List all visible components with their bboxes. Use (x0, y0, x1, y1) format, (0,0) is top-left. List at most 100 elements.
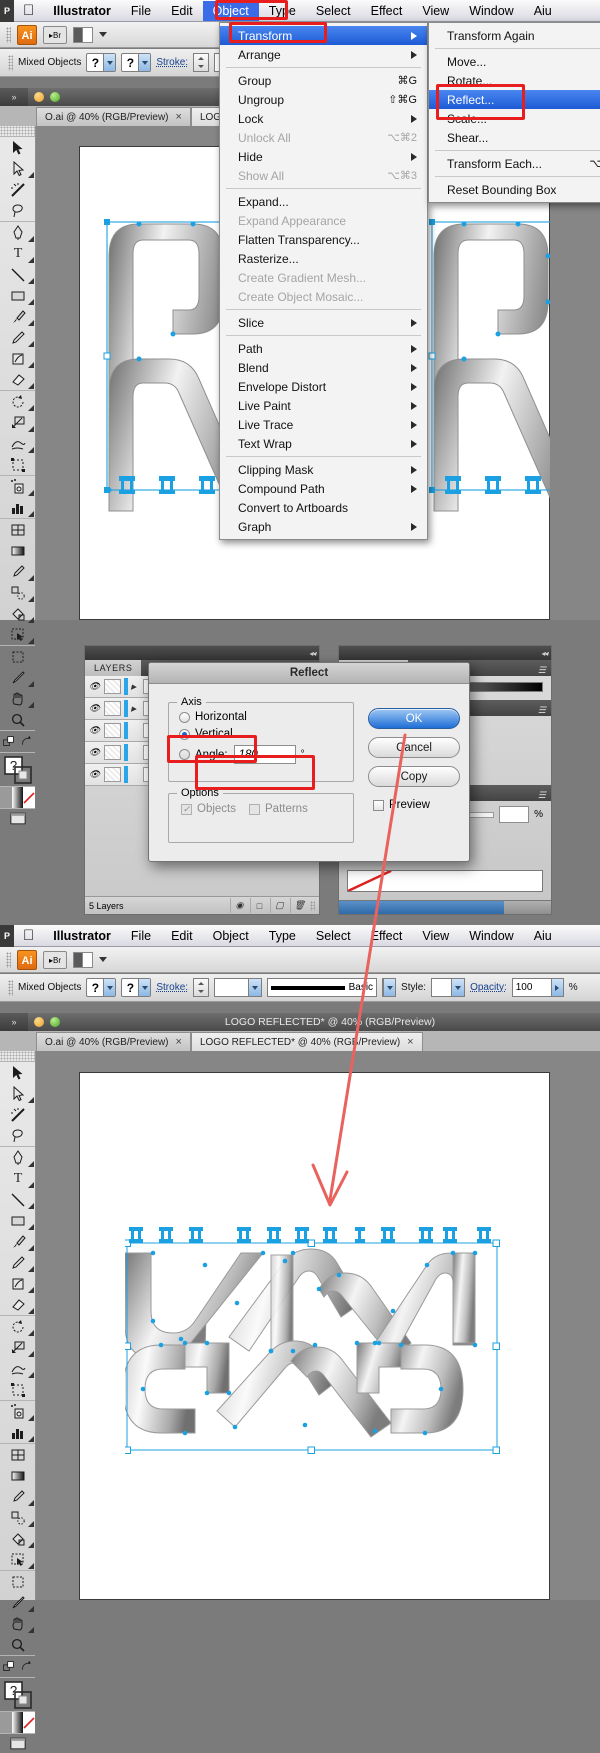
apple-icon[interactable]:  (14, 2, 43, 20)
menu-item-group[interactable]: Group ⌘G (220, 71, 427, 90)
gradient-button[interactable] (11, 787, 23, 808)
stroke-weight-stepper[interactable] (193, 53, 210, 72)
menu-window[interactable]: Window (459, 926, 523, 946)
expand-triangle-icon[interactable]: ▶ (131, 705, 140, 713)
menu-item-move[interactable]: Move... (429, 52, 600, 71)
panel-resize-grip[interactable] (310, 900, 315, 911)
menu-item-convert-to-artboards[interactable]: Convert to Artboards (220, 498, 427, 517)
minimize-dot[interactable] (34, 92, 44, 102)
chevron-down-icon[interactable] (99, 957, 107, 962)
pen-tool[interactable] (0, 222, 36, 243)
menu-item-reset-bounding-box[interactable]: Reset Bounding Box (429, 180, 600, 199)
preview-checkbox-row[interactable]: Preview (373, 799, 430, 811)
lasso-tool[interactable] (0, 1125, 36, 1146)
graphic-style-field[interactable] (431, 978, 466, 997)
menu-view[interactable]: View (412, 1, 459, 21)
live-paint-bucket-tool[interactable] (0, 603, 36, 624)
live-paint-bucket-tool[interactable] (0, 1528, 36, 1549)
menu-item-graph[interactable]: Graph (220, 517, 427, 536)
tab-logo-ai[interactable]: O.ai @ 40% (RGB/Preview) × (36, 107, 191, 126)
menu-item-path[interactable]: Path (220, 339, 427, 358)
screen-mode-button[interactable] (0, 808, 35, 828)
angle-radio-icon[interactable] (179, 749, 190, 760)
zoom-dot[interactable] (50, 92, 60, 102)
collapse-icon[interactable]: ◂◂ (541, 649, 548, 658)
artboard-tool[interactable] (0, 646, 36, 667)
default-fill-stroke-icon[interactable] (18, 731, 36, 752)
mac-menu-bar-1[interactable]: P  Illustrator File Edit Object Type Se… (0, 0, 600, 22)
scale-tool[interactable] (0, 412, 36, 433)
screen-mode-button[interactable] (0, 1733, 35, 1753)
selection-tool[interactable] (0, 137, 36, 158)
symbol-sprayer-tool[interactable] (0, 476, 36, 497)
type-tool[interactable]: T (0, 243, 36, 264)
direct-selection-tool[interactable] (0, 158, 36, 179)
menu-item-transform-each[interactable]: Transform Each... ⌥ (429, 154, 600, 173)
menu-select[interactable]: Select (306, 926, 361, 946)
chevron-down-icon[interactable] (99, 32, 107, 37)
color-button[interactable] (0, 787, 12, 808)
none-button[interactable] (23, 1712, 35, 1733)
blend-tool[interactable] (0, 582, 36, 603)
eyedropper-tool[interactable] (0, 561, 36, 582)
menu-view[interactable]: View (412, 926, 459, 946)
default-fill-stroke-icon[interactable] (18, 1656, 36, 1677)
pencil-tool[interactable] (0, 1252, 36, 1273)
menu-item-transform-again[interactable]: Transform Again (429, 26, 600, 45)
menu-item-live-trace[interactable]: Live Trace (220, 415, 427, 434)
stroke-label[interactable]: Stroke: (156, 57, 188, 68)
symbol-sprayer-tool[interactable] (0, 1401, 36, 1422)
fill-stroke-indicator[interactable]: ? (0, 752, 35, 786)
eye-icon[interactable]: 👁 (88, 702, 101, 715)
magic-wand-tool[interactable] (0, 1104, 36, 1125)
panel-menu-icon[interactable]: ☰ (533, 705, 551, 716)
menu-effect[interactable]: Effect (361, 926, 413, 946)
toolbox-grip[interactable] (0, 1051, 35, 1061)
create-layer-icon[interactable]: ▢ (270, 898, 288, 913)
pencil-tool[interactable] (0, 327, 36, 348)
fill-stroke-indicator[interactable]: ? (0, 1677, 35, 1711)
color-none-swatch[interactable] (346, 870, 543, 892)
toolbox-1[interactable]: T ? (0, 126, 36, 825)
fill-color-swatch[interactable]: ? (86, 53, 117, 72)
pen-tool[interactable] (0, 1147, 36, 1168)
menu-item-arrange[interactable]: Arrange (220, 45, 427, 64)
swap-fill-stroke-icon[interactable] (0, 731, 18, 752)
menu-effect[interactable]: Effect (361, 1, 413, 21)
gradient-button[interactable] (11, 1712, 23, 1733)
menu-item-flatten-transparency[interactable]: Flatten Transparency... (220, 230, 427, 249)
hand-tool[interactable] (0, 1613, 36, 1634)
menu-type[interactable]: Type (259, 1, 306, 21)
rectangle-tool[interactable] (0, 285, 36, 306)
close-icon[interactable]: × (176, 1036, 182, 1048)
blob-brush-tool[interactable] (0, 1273, 36, 1294)
menu-item-clipping-mask[interactable]: Clipping Mask (220, 460, 427, 479)
object-menu[interactable]: Transform Arrange Group ⌘G Ungroup ⇧⌘G Loc… (219, 22, 428, 540)
menu-item-transform[interactable]: Transform (220, 26, 427, 45)
menu-window[interactable]: Window (459, 1, 523, 21)
right-dock-titlebar[interactable]: ◂◂ (339, 646, 551, 660)
rotate-tool[interactable] (0, 391, 36, 412)
transform-submenu[interactable]: Transform Again Move... Rotate... Reflec… (428, 22, 600, 203)
eraser-tool[interactable] (0, 369, 36, 390)
type-tool[interactable]: T (0, 1168, 36, 1189)
scrollbar-thumb[interactable] (339, 901, 505, 914)
menu-item-shear[interactable]: Shear... (429, 128, 600, 147)
arrange-documents-icon[interactable] (73, 26, 93, 43)
mesh-tool[interactable] (0, 1444, 36, 1465)
paintbrush-tool[interactable] (0, 306, 36, 327)
paintbrush-tool[interactable] (0, 1231, 36, 1252)
rotate-tool[interactable] (0, 1316, 36, 1337)
warp-tool[interactable] (0, 1358, 36, 1379)
magic-wand-tool[interactable] (0, 179, 36, 200)
rectangle-tool[interactable] (0, 1210, 36, 1231)
zoom-tool[interactable] (0, 1634, 36, 1655)
eye-icon[interactable]: 👁 (88, 724, 101, 737)
menu-item-live-paint[interactable]: Live Paint (220, 396, 427, 415)
free-transform-tool[interactable] (0, 1379, 36, 1400)
menu-object[interactable]: Object (203, 926, 259, 946)
layers-panel-titlebar[interactable]: ◂◂ (85, 646, 319, 660)
create-sublayer-icon[interactable]: □ (250, 898, 268, 913)
brush-dropdown[interactable] (382, 978, 397, 997)
tab-layers[interactable]: LAYERS (85, 660, 142, 676)
